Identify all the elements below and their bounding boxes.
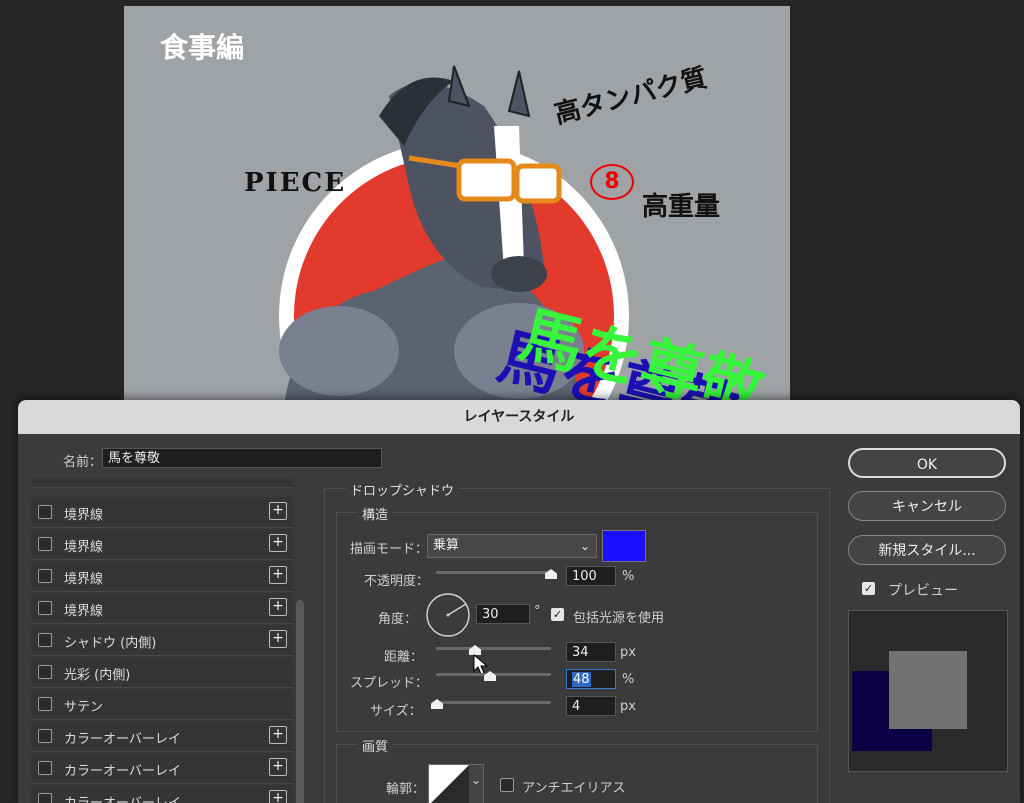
style-row-label: 境界線 — [64, 604, 104, 619]
antialias-checkbox[interactable] — [500, 778, 514, 792]
preview-checkbox[interactable]: ✓ — [862, 582, 875, 595]
quality-title: 画質 — [358, 736, 393, 755]
drop-shadow-title: ドロップシャドウ — [346, 480, 459, 499]
style-row-stroke-3[interactable]: 境界線 + — [31, 561, 293, 592]
meal-label: 食事編 — [160, 31, 245, 64]
add-icon[interactable]: + — [269, 534, 287, 552]
style-row-color-overlay-2[interactable]: カラーオーバーレイ + — [31, 753, 293, 784]
spread-field[interactable]: 48 — [566, 669, 616, 689]
stroke-4-checkbox[interactable] — [38, 601, 52, 615]
style-row-color-overlay-3[interactable]: カラーオーバーレイ + — [31, 785, 293, 803]
color-overlay-2-checkbox[interactable] — [38, 761, 52, 775]
add-icon[interactable]: + — [269, 598, 287, 616]
style-row-inner-shadow[interactable]: シャドウ (内側) + — [31, 625, 293, 656]
style-row-label: 境界線 — [64, 540, 104, 555]
style-list-scrollbar[interactable] — [296, 600, 304, 803]
heavy-label: 高重量 — [642, 192, 721, 222]
style-row-stroke-4[interactable]: 境界線 + — [31, 593, 293, 624]
style-row-label: 境界線 — [64, 572, 104, 587]
style-row-stroke-2[interactable]: 境界線 + — [31, 529, 293, 560]
contour-preview-icon — [429, 765, 469, 803]
style-row-partial — [31, 478, 293, 488]
global-light-label: 包括光源を使用 — [573, 611, 665, 626]
style-row-label: カラーオーバーレイ — [64, 732, 181, 747]
color-overlay-3-checkbox[interactable] — [38, 793, 52, 803]
add-icon[interactable]: + — [269, 566, 287, 584]
opacity-label: 不透明度： — [364, 574, 430, 589]
style-row-stroke-1[interactable]: 境界線 + — [31, 497, 293, 528]
stroke-2-checkbox[interactable] — [38, 537, 52, 551]
style-row-label: カラーオーバーレイ — [64, 764, 181, 779]
inner-glow-checkbox[interactable] — [38, 665, 52, 679]
stroke-3-checkbox[interactable] — [38, 569, 52, 583]
style-row-label: シャドウ (内側) — [64, 636, 157, 651]
structure-title: 構造 — [358, 504, 393, 523]
chevron-down-icon: ⌄ — [579, 539, 590, 553]
contour-picker[interactable]: ⌄ — [428, 764, 484, 803]
inner-shadow-checkbox[interactable] — [38, 633, 52, 647]
preview-fill — [889, 651, 967, 729]
global-light-checkbox[interactable]: ✓ — [551, 608, 564, 621]
style-row-inner-glow[interactable]: 光彩 (内側) — [31, 657, 293, 688]
distance-field[interactable]: 34 — [566, 642, 616, 662]
distance-unit: px — [620, 645, 636, 660]
spread-label: スプレッド： — [350, 676, 429, 691]
blend-mode-value: 乗算 — [433, 538, 460, 553]
size-label: サイズ： — [370, 704, 422, 719]
dialog-title: レイヤースタイル — [18, 400, 1020, 434]
add-icon[interactable]: + — [269, 726, 287, 744]
style-row-color-overlay-1[interactable]: カラーオーバーレイ + — [31, 721, 293, 752]
distance-label: 距離： — [384, 650, 424, 665]
opacity-unit: % — [622, 569, 635, 584]
opacity-field[interactable]: 100 — [566, 566, 616, 586]
opacity-slider-track[interactable] — [436, 571, 551, 574]
layer-style-dialog: レイヤースタイル 名前： 馬を尊敬 境界線 + 境界線 + 境界線 + 境界線 … — [18, 400, 1020, 803]
piece-label: PIECE — [244, 168, 347, 198]
style-preview-thumbnail — [848, 610, 1008, 772]
style-row-satin[interactable]: サテン — [31, 689, 293, 720]
add-icon[interactable]: + — [269, 790, 287, 803]
add-icon[interactable]: + — [269, 502, 287, 520]
style-row-label: カラーオーバーレイ — [64, 792, 181, 803]
ok-button[interactable]: OK — [848, 448, 1006, 478]
spread-value: 48 — [572, 672, 591, 687]
contour-label: 輪郭： — [386, 782, 426, 797]
add-icon[interactable]: + — [269, 758, 287, 776]
size-slider-track[interactable] — [436, 701, 551, 704]
size-field[interactable]: 4 — [566, 696, 616, 716]
blend-mode-select[interactable]: 乗算 ⌄ — [427, 534, 597, 558]
chevron-down-icon: ⌄ — [470, 773, 481, 787]
blend-mode-label: 描画モード： — [350, 542, 429, 557]
new-style-button[interactable]: 新規スタイル... — [848, 535, 1006, 565]
add-icon[interactable]: + — [269, 630, 287, 648]
preview-label: プレビュー — [888, 583, 958, 599]
color-overlay-1-checkbox[interactable] — [38, 729, 52, 743]
number-badge-text: 8 — [604, 169, 620, 194]
stroke-1-checkbox[interactable] — [38, 505, 52, 519]
style-row-label: 光彩 (内側) — [64, 668, 131, 683]
name-label: 名前： — [63, 455, 103, 470]
cancel-button[interactable]: キャンセル — [848, 491, 1006, 521]
style-row-label: 境界線 — [64, 508, 104, 523]
number-badge: 8 — [590, 164, 634, 200]
style-list: 境界線 + 境界線 + 境界線 + 境界線 + シャドウ (内側) + 光彩 (… — [31, 478, 293, 803]
size-unit: px — [620, 699, 636, 714]
distance-slider-track[interactable] — [436, 647, 551, 650]
angle-field[interactable]: 30 — [476, 604, 530, 624]
spread-unit: % — [622, 672, 635, 687]
angle-unit: ° — [534, 604, 541, 619]
satin-checkbox[interactable] — [38, 697, 52, 711]
shadow-color-swatch[interactable] — [602, 530, 646, 562]
angle-dial[interactable] — [425, 592, 471, 638]
style-row-label: サテン — [64, 700, 104, 715]
antialias-label: アンチエイリアス — [522, 781, 626, 796]
document-canvas: 食事編 高タンパク質 PIECE 8 高重量 馬を尊敬 馬を尊敬 — [124, 6, 790, 406]
angle-label: 角度： — [378, 612, 418, 627]
name-field[interactable]: 馬を尊敬 — [102, 448, 382, 468]
